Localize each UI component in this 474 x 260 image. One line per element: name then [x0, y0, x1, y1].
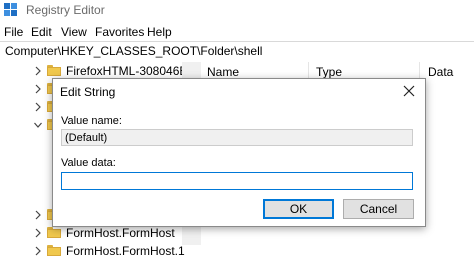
chevron-right-icon[interactable] — [34, 66, 42, 76]
window-title: Registry Editor — [26, 3, 105, 17]
chevron-down-icon[interactable] — [34, 120, 42, 130]
menu-edit[interactable]: Edit — [31, 25, 52, 39]
folder-icon — [47, 227, 61, 238]
tree-item-label: FormHost.FormHost — [66, 226, 175, 240]
chevron-right-icon[interactable] — [34, 228, 42, 238]
tree-item-label: FormHost.FormHost.1 — [66, 244, 185, 258]
registry-editor-icon — [4, 3, 17, 16]
cancel-button[interactable]: Cancel — [343, 199, 414, 219]
value-data-input[interactable] — [61, 172, 413, 190]
value-data-label: Value data: — [61, 157, 116, 169]
folder-icon — [47, 65, 61, 76]
folder-icon — [47, 245, 61, 256]
edit-string-dialog: Edit String Value name: (Default) Value … — [52, 78, 426, 227]
chevron-right-icon[interactable] — [34, 102, 42, 112]
menu-favorites[interactable]: Favorites — [95, 25, 144, 39]
chevron-right-icon[interactable] — [34, 84, 42, 94]
menu-file[interactable]: File — [4, 25, 23, 39]
chevron-right-icon[interactable] — [34, 246, 42, 256]
value-name-label: Value name: — [61, 115, 122, 127]
value-name-field: (Default) — [61, 129, 413, 146]
chevron-right-icon[interactable] — [34, 210, 42, 220]
address-path: Computer\HKEY_CLASSES_ROOT\Folder\shell — [5, 44, 263, 58]
menu-view[interactable]: View — [61, 25, 87, 39]
menu-bar: File Edit View Favorites Help — [0, 22, 474, 42]
ok-button[interactable]: OK — [263, 199, 334, 219]
address-bar[interactable]: Computer\HKEY_CLASSES_ROOT\Folder\shell — [0, 41, 474, 63]
close-icon[interactable] — [400, 82, 418, 100]
title-bar: Registry Editor — [0, 0, 474, 22]
column-header-data[interactable]: Data — [428, 65, 453, 85]
menu-help[interactable]: Help — [147, 25, 172, 39]
dialog-title: Edit String — [60, 85, 116, 99]
